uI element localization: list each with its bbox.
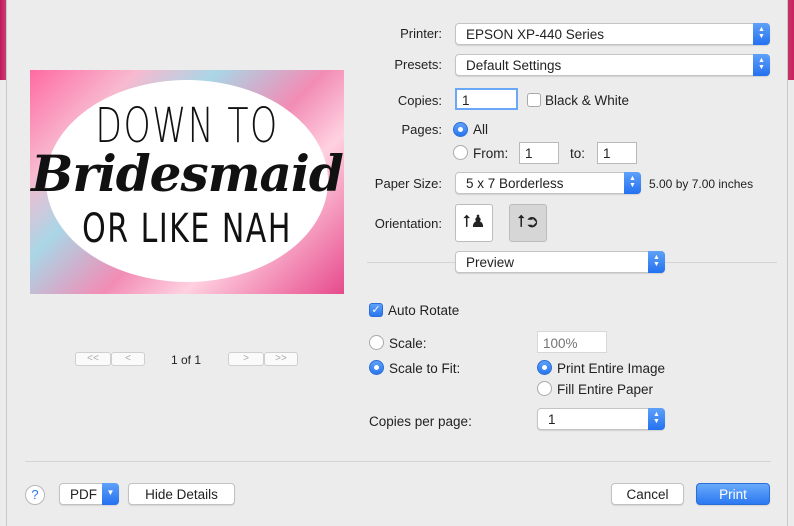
printer-select[interactable]: EPSON XP-440 Series ▲ ▼	[455, 23, 770, 45]
previous-page-button[interactable]: <	[111, 352, 145, 366]
chevron-down-icon: ▼	[102, 483, 119, 505]
print-button[interactable]: Print	[696, 483, 770, 505]
paper-size-select[interactable]: 5 x 7 Borderless ▲ ▼	[455, 172, 641, 194]
chevron-updown-icon: ▲ ▼	[624, 172, 641, 194]
auto-rotate-label: Auto Rotate	[388, 303, 460, 318]
portrait-orientation-button[interactable]: ⭡♟	[455, 204, 493, 242]
black-white-label: Black & White	[545, 93, 630, 108]
preview-line-2: Bridesmaid	[31, 144, 344, 203]
section-value: Preview	[466, 255, 515, 270]
scale-to-fit-radio[interactable]	[369, 360, 384, 375]
fill-entire-paper-radio[interactable]	[537, 381, 552, 396]
pdf-menu-button[interactable]: PDF ▼	[59, 483, 119, 505]
page-indicator: 1 of 1	[171, 353, 202, 367]
chevron-updown-icon: ▲ ▼	[648, 251, 665, 273]
black-white-checkbox[interactable]	[527, 93, 541, 107]
copies-label: Copies:	[397, 93, 442, 108]
pages-all-label: All	[473, 122, 489, 137]
print-preview-image: DOWN TO Bridesmaid OR LIKE NAH	[30, 70, 344, 294]
portrait-icon: ⭡♟	[462, 212, 486, 231]
pages-from-input[interactable]: 1	[519, 142, 559, 164]
presets-label: Presets:	[394, 57, 442, 72]
presets-value: Default Settings	[466, 58, 562, 73]
next-page-button[interactable]: >	[228, 352, 264, 366]
copies-per-page-value: 1	[548, 412, 556, 427]
footer-divider	[25, 461, 771, 462]
hide-details-button[interactable]: Hide Details	[128, 483, 235, 505]
printer-label: Printer:	[400, 26, 442, 41]
scale-to-fit-label: Scale to Fit:	[389, 361, 461, 376]
paper-size-value: 5 x 7 Borderless	[466, 176, 564, 191]
scale-radio[interactable]	[369, 335, 384, 350]
orientation-label: Orientation:	[374, 216, 442, 231]
presets-select[interactable]: Default Settings ▲ ▼	[455, 54, 770, 76]
scale-label: Scale:	[389, 336, 427, 351]
copies-input[interactable]: 1	[455, 88, 518, 110]
chevron-updown-icon: ▲ ▼	[753, 54, 770, 76]
help-button[interactable]: ?	[25, 485, 45, 505]
preview-line-3: OR LIKE NAH	[82, 206, 292, 252]
pages-range-radio[interactable]	[453, 145, 468, 160]
section-select[interactable]: Preview ▲ ▼	[455, 251, 665, 273]
print-entire-image-label: Print Entire Image	[557, 361, 666, 376]
chevron-updown-icon: ▲ ▼	[648, 408, 665, 430]
pages-label: Pages:	[401, 122, 442, 137]
copies-per-page-select[interactable]: 1 ▲ ▼	[537, 408, 665, 430]
landscape-icon: ⭡➲	[516, 212, 540, 231]
auto-rotate-checkbox[interactable]: ✓	[369, 303, 383, 317]
paper-dimensions: 5.00 by 7.00 inches	[649, 177, 754, 191]
first-page-button[interactable]: <<	[75, 352, 111, 366]
pages-to-input[interactable]: 1	[597, 142, 637, 164]
landscape-orientation-button[interactable]: ⭡➲	[509, 204, 547, 242]
pages-from-label: From:	[473, 146, 509, 161]
print-dialog: DOWN TO Bridesmaid OR LIKE NAH << < 1 of…	[6, 0, 788, 526]
scale-input[interactable]	[537, 331, 607, 353]
paper-size-label: Paper Size:	[374, 176, 442, 191]
fill-entire-paper-label: Fill Entire Paper	[557, 382, 654, 397]
pdf-label: PDF	[70, 487, 97, 502]
cancel-button[interactable]: Cancel	[611, 483, 684, 505]
printer-value: EPSON XP-440 Series	[466, 27, 605, 42]
last-page-button[interactable]: >>	[264, 352, 298, 366]
chevron-updown-icon: ▲ ▼	[753, 23, 770, 45]
print-entire-image-radio[interactable]	[537, 360, 552, 375]
copies-per-page-label: Copies per page:	[369, 414, 472, 429]
pages-to-label: to:	[570, 146, 586, 161]
pages-all-radio[interactable]	[453, 122, 468, 137]
